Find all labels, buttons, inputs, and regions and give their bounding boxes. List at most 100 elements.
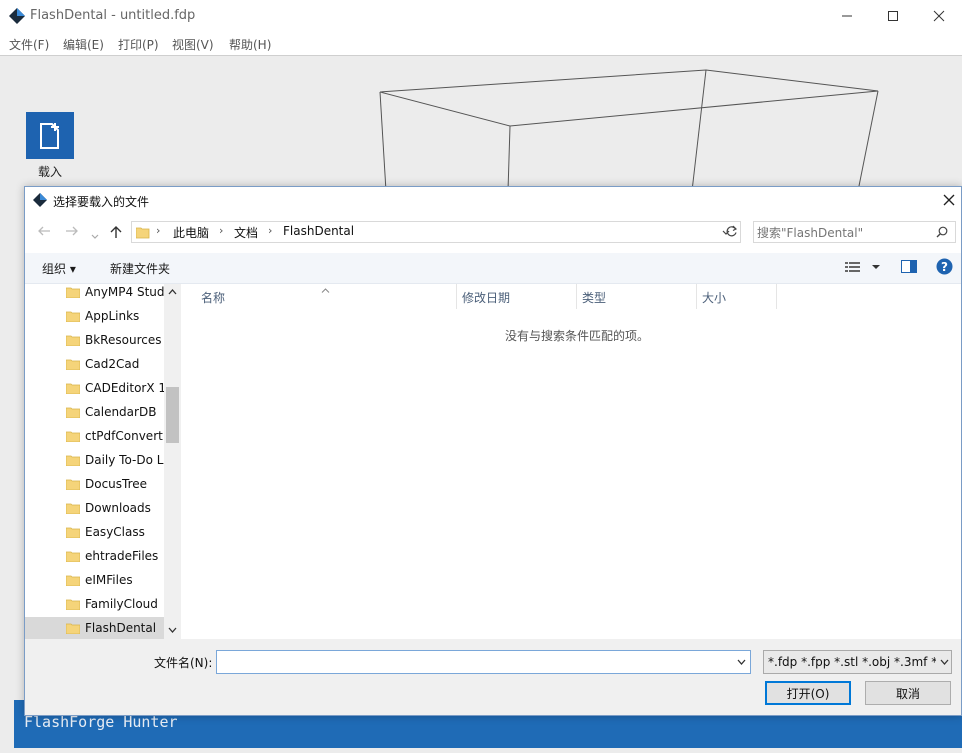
tree-item-label: ctPdfConvert [85,429,163,443]
folder-icon [66,527,80,538]
tree-item[interactable]: Daily To-Do L [25,449,164,473]
menu-help[interactable]: 帮助(H) [229,36,271,53]
menu-edit[interactable]: 编辑(E) [63,36,104,53]
navigation-pane: AnyMP4 Studio AppLinks BkResources Cad2C… [25,281,180,641]
column-header-date-modified[interactable]: 修改日期 [462,289,510,306]
tree-item-label: EasyClass [85,525,145,539]
folder-icon [66,359,80,370]
column-divider[interactable] [576,284,577,309]
folder-icon [66,287,80,298]
folder-icon [66,551,80,562]
tree-item-label: AnyMP4 Studio [85,285,164,299]
search-box[interactable] [753,221,956,243]
tree-item[interactable]: CalendarDB [25,401,164,425]
folder-icon [136,227,150,239]
menu-file[interactable]: 文件(F) [9,36,49,53]
tree-item-label: CalendarDB [85,405,157,419]
folder-icon [66,407,80,418]
view-options-button[interactable] [845,261,881,276]
tree-item[interactable]: EasyClass [25,521,164,545]
close-window-button[interactable] [916,0,962,31]
tree-item[interactable]: AnyMP4 Studio [25,281,164,305]
tree-item-label: Daily To-Do L [85,453,164,467]
forward-button[interactable] [65,225,79,241]
breadcrumb-this-pc[interactable]: 此电脑 [173,224,209,241]
breadcrumb-flashdental[interactable]: FlashDental [283,224,354,238]
folder-icon [66,383,80,394]
folder-icon [66,431,80,442]
tree-item[interactable]: ehtradeFiles [25,545,164,569]
tree-item-label: Cad2Cad [85,357,140,371]
column-header-size[interactable]: 大小 [702,289,726,306]
filename-combobox[interactable] [216,650,751,674]
maximize-button[interactable] [870,0,916,31]
load-button-label: 载入 [37,165,62,179]
close-icon [943,194,955,206]
dialog-close-button[interactable] [943,191,955,210]
tree-item-label: FlashDental [85,621,157,635]
chevron-down-icon [91,234,99,239]
help-button[interactable]: ? [936,258,953,278]
menu-print[interactable]: 打印(P) [118,36,159,53]
chevron-down-icon [940,659,949,665]
cancel-button[interactable]: 取消 [865,681,951,705]
tree-item[interactable]: DocusTree [25,473,164,497]
file-type-filter-select[interactable]: *.fdp *.fpp *.stl *.obj *.3mf *.s [763,650,952,674]
dialog-app-icon [33,193,47,210]
tree-item-label: BkResources [85,333,162,347]
load-button[interactable] [26,112,74,159]
refresh-button[interactable] [725,225,738,241]
column-divider[interactable] [456,284,457,309]
folder-icon [66,335,80,346]
tree-item[interactable]: BkResources [25,329,164,353]
breadcrumb-documents[interactable]: 文档 [234,224,258,241]
arrow-up-icon [110,226,122,238]
tree-item[interactable]: FamilyCloud [25,593,164,617]
tree-item[interactable]: AppLinks [25,305,164,329]
new-folder-button[interactable]: 新建文件夹 [110,260,170,277]
scrollbar-thumb[interactable] [166,387,179,443]
tree-item-label: FamilyCloud [85,597,158,611]
preview-pane-button[interactable] [901,260,917,276]
breadcrumb-separator: › [219,224,224,237]
tree-item-selected[interactable]: FlashDental [25,617,164,641]
tree-item-label: ehtradeFiles [85,549,159,563]
back-button[interactable] [37,225,51,241]
folder-icon [66,479,80,490]
tree-item[interactable]: Downloads [25,497,164,521]
up-button[interactable] [109,225,123,242]
organize-button[interactable]: 组织 ▾ [42,260,76,277]
column-header-type[interactable]: 类型 [582,289,606,306]
breadcrumb-separator: › [268,224,273,237]
recent-locations-dropdown[interactable] [91,228,99,244]
tree-item-label: Downloads [85,501,151,515]
chevron-down-icon [737,659,746,665]
column-header-name[interactable]: 名称 [201,289,225,306]
svg-text:?: ? [941,260,948,274]
tree-item[interactable]: ctPdfConvert [25,425,164,449]
empty-message: 没有与搜索条件匹配的项。 [505,329,650,343]
open-button[interactable]: 打开(O) [765,681,851,705]
tree-item-label: eIMFiles [85,573,133,587]
preview-pane-icon [901,260,917,273]
minimize-button[interactable] [824,0,870,31]
column-divider[interactable] [696,284,697,309]
folder-icon [66,599,80,610]
column-divider[interactable] [776,284,777,309]
minimize-icon [842,15,852,16]
filename-input[interactable] [219,653,728,673]
dialog-title: 选择要载入的文件 [53,195,150,209]
chevron-up-icon [168,289,177,295]
folder-icon [66,503,80,514]
add-file-icon [40,122,59,149]
tree-item[interactable]: CADEditorX 1 [25,377,164,401]
tree-item-label: CADEditorX 1 [85,381,164,395]
tree-item[interactable]: eIMFiles [25,569,164,593]
menu-view[interactable]: 视图(V) [172,36,214,53]
folder-icon [66,311,80,322]
tree-item[interactable]: Cad2Cad [25,353,164,377]
navigation-scrollbar[interactable] [164,284,181,639]
search-input[interactable] [755,223,934,243]
tree-item-label: AppLinks [85,309,140,323]
arrow-right-icon [66,226,78,236]
